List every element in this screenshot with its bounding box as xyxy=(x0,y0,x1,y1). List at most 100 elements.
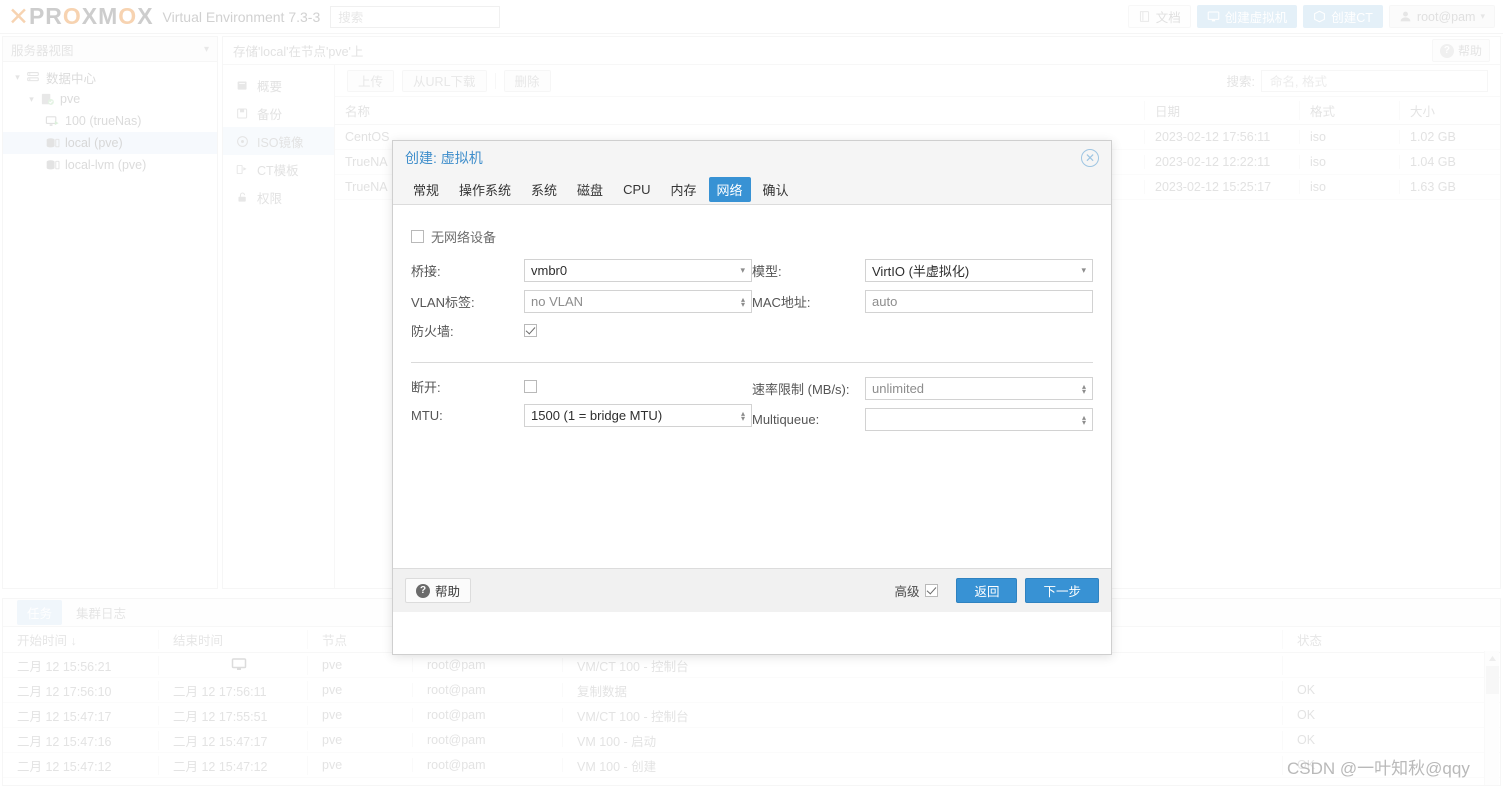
vlan-tag-stepper[interactable]: no VLAN ▴ ▾ xyxy=(524,290,752,313)
next-button[interactable]: 下一步 xyxy=(1025,578,1099,603)
logo-x-icon: ✕ xyxy=(8,2,29,31)
network-advanced-left: 断开: MTU: 1500 (1 = bridge MTU) ▴ ▾ xyxy=(411,377,752,439)
submenu-item-iso-images[interactable]: ISO镜像 xyxy=(223,127,334,155)
proxmox-logo: ✕ PROXMOX xyxy=(8,3,154,30)
sidebar-item-datacenter[interactable]: ▾ 数据中心 xyxy=(3,66,217,88)
header-search-input[interactable]: 搜索 xyxy=(330,5,501,28)
submenu-item-ct-templates[interactable]: CT模板 xyxy=(223,155,334,183)
close-icon[interactable]: ✕ xyxy=(1081,149,1099,167)
create-ct-label: 创建CT xyxy=(1331,11,1373,25)
server-tree: ▾ 数据中心 ▾ pve 100 (trueNas) local (pve) l… xyxy=(3,62,217,176)
tab-os[interactable]: 操作系统 xyxy=(451,177,519,202)
cell-end-time: 二月 12 17:55:51 xyxy=(159,705,308,725)
mtu-stepper[interactable]: 1500 (1 = bridge MTU) ▴ ▾ xyxy=(524,404,752,427)
no-network-device-row[interactable]: 无网络设备 xyxy=(411,227,1093,246)
column-header-end-time[interactable]: 结束时间 xyxy=(159,630,308,649)
upload-button[interactable]: 上传 xyxy=(347,69,395,92)
network-fields-right: 模型: VirtIO (半虚拟化) ▾ MAC地址: auto xyxy=(752,259,1093,348)
question-mark-icon: ? xyxy=(1439,43,1454,58)
search-input[interactable]: 命名, 格式 xyxy=(1261,69,1488,92)
table-row[interactable]: 二月 12 15:47:17 二月 12 17:55:51 pve root@p… xyxy=(3,703,1500,728)
download-from-url-button[interactable]: 从URL下载 xyxy=(402,69,487,92)
table-row[interactable]: 二月 12 15:47:16 二月 12 15:47:17 pve root@p… xyxy=(3,728,1500,753)
documentation-button[interactable]: 文档 xyxy=(1127,5,1191,28)
tasks-vertical-scrollbar[interactable] xyxy=(1484,651,1499,785)
disconnect-checkbox[interactable] xyxy=(524,380,537,393)
cell-start-time: 二月 12 15:47:17 xyxy=(3,705,159,725)
back-button[interactable]: 返回 xyxy=(956,578,1018,603)
user-menu-label: root@pam xyxy=(1416,9,1476,24)
scrollbar-thumb[interactable] xyxy=(1486,666,1499,694)
grid-header: 名称 日期 格式 大小 xyxy=(335,97,1500,125)
tab-disks[interactable]: 磁盘 xyxy=(569,177,611,202)
create-vm-button[interactable]: 创建虚拟机 xyxy=(1196,5,1298,28)
table-row[interactable]: 二月 12 17:56:10 二月 12 17:56:11 pve root@p… xyxy=(3,678,1500,703)
create-vm-dialog: 创建: 虚拟机 ✕ 常规 操作系统 系统 磁盘 CPU 内存 网络 确认 无网络… xyxy=(392,140,1112,655)
column-header-name[interactable]: 名称 xyxy=(335,101,1145,120)
monitor-icon xyxy=(1207,10,1220,23)
dialog-help-button[interactable]: ? 帮助 xyxy=(405,578,472,603)
content-help-button[interactable]: ? 帮助 xyxy=(1431,39,1490,62)
no-network-device-label: 无网络设备 xyxy=(431,230,497,245)
spinner-icon[interactable]: ▴ ▾ xyxy=(1082,382,1086,395)
tab-general[interactable]: 常规 xyxy=(405,177,447,202)
submenu-item-permissions[interactable]: 权限 xyxy=(223,183,334,211)
table-row[interactable]: 二月 12 15:47:12 二月 12 15:47:12 pve root@p… xyxy=(3,753,1500,778)
disconnect-row: 断开: xyxy=(411,377,752,396)
tab-network[interactable]: 网络 xyxy=(708,177,751,202)
view-selector-label: 服务器视图 xyxy=(11,43,74,58)
column-header-size[interactable]: 大小 xyxy=(1400,101,1500,120)
tab-cpu[interactable]: CPU xyxy=(615,179,658,200)
view-selector[interactable]: 服务器视图 ▾ xyxy=(3,37,217,62)
submenu-item-label: 权限 xyxy=(257,191,283,206)
sidebar-item-local[interactable]: local (pve) xyxy=(3,132,217,154)
create-ct-button[interactable]: 创建CT xyxy=(1303,5,1383,28)
cell-description: VM 100 - 创建 xyxy=(563,755,1283,775)
cell-status: OK xyxy=(1297,683,1316,697)
spinner-icon[interactable]: ▴ ▾ xyxy=(741,295,745,308)
column-header-status[interactable]: 状态 xyxy=(1283,630,1500,649)
column-header-start-time[interactable]: 开始时间 ↓ xyxy=(3,630,159,649)
tab-tasks[interactable]: 任务 xyxy=(17,600,63,625)
mac-address-input[interactable]: auto xyxy=(865,290,1093,313)
search-label: 搜索: xyxy=(1226,75,1255,89)
iso-icon xyxy=(235,135,250,148)
submenu-item-label: CT模板 xyxy=(257,163,299,178)
submenu-item-summary[interactable]: 概要 xyxy=(223,71,334,99)
bridge-select[interactable]: vmbr0 ▾ xyxy=(524,259,752,282)
datacenter-icon xyxy=(24,70,42,84)
cell-description: VM/CT 100 - 控制台 xyxy=(563,655,1283,675)
spinner-icon[interactable]: ▴ ▾ xyxy=(1082,413,1086,426)
disconnect-label: 断开: xyxy=(411,380,441,395)
rate-limit-stepper[interactable]: unlimited ▴ ▾ xyxy=(865,377,1093,400)
cell-date: 2023-02-12 17:56:11 xyxy=(1145,130,1300,144)
submenu-item-backup[interactable]: 备份 xyxy=(223,99,334,127)
spinner-icon[interactable]: ▴ ▾ xyxy=(741,409,745,422)
tab-memory[interactable]: 内存 xyxy=(663,177,705,202)
column-header-date[interactable]: 日期 xyxy=(1145,101,1300,120)
user-menu-button[interactable]: root@pam ▾ xyxy=(1388,5,1495,28)
model-select[interactable]: VirtIO (半虚拟化) ▾ xyxy=(865,259,1093,282)
scroll-up-arrow-icon[interactable] xyxy=(1485,651,1500,666)
advanced-checkbox[interactable] xyxy=(925,584,939,597)
sidebar-item-pve[interactable]: ▾ pve xyxy=(3,88,217,110)
sidebar-item-vm-100[interactable]: 100 (trueNas) xyxy=(3,110,217,132)
firewall-checkbox[interactable] xyxy=(524,324,537,337)
cell-user: root@pam xyxy=(413,758,563,772)
twisty-icon[interactable]: ▾ xyxy=(25,94,38,105)
twisty-icon[interactable]: ▾ xyxy=(11,72,24,83)
advanced-toggle[interactable]: 高级 xyxy=(894,581,939,600)
multiqueue-stepper[interactable]: ▴ ▾ xyxy=(865,408,1093,431)
cell-format: iso xyxy=(1300,155,1400,169)
tab-system[interactable]: 系统 xyxy=(523,177,565,202)
monitor-icon xyxy=(231,656,247,675)
firewall-row: 防火墙: xyxy=(411,321,752,340)
delete-button[interactable]: 删除 xyxy=(503,69,551,92)
no-network-device-checkbox[interactable] xyxy=(411,230,424,243)
sidebar-item-local-lvm[interactable]: local-lvm (pve) xyxy=(3,154,217,176)
table-row[interactable]: 二月 12 15:56:21 pve root@pam VM/CT 100 - … xyxy=(3,653,1500,678)
tab-confirm[interactable]: 确认 xyxy=(755,177,797,202)
column-header-format[interactable]: 格式 xyxy=(1300,101,1400,120)
logo-wordmark: PROXMOX xyxy=(28,3,154,29)
tab-cluster-log[interactable]: 集群日志 xyxy=(66,600,136,625)
